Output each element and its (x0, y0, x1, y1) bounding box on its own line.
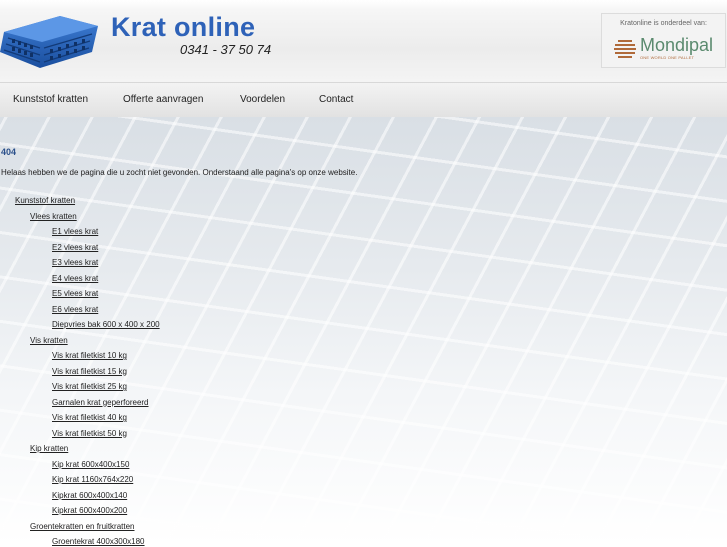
sitemap-link[interactable]: Vis krat filetkist 15 kg (52, 366, 127, 377)
nav-item-kunststof-kratten[interactable]: Kunststof kratten (13, 93, 88, 107)
phone-number: 0341 - 37 50 74 (180, 42, 272, 57)
sitemap-link-vis-kratten[interactable]: Vis kratten (30, 335, 68, 346)
sitemap-link-kip-kratten[interactable]: Kip kratten (30, 443, 68, 454)
sitemap-link[interactable]: Vis krat filetkist 50 kg (52, 428, 127, 439)
error-title: 404 (1, 147, 17, 157)
sitemap-link[interactable]: E5 vlees krat (52, 288, 98, 299)
site-header: Krat online 0341 - 37 50 74 Kratonline i… (0, 0, 727, 82)
nav-item-voordelen[interactable]: Voordelen (240, 93, 285, 107)
sitemap-link[interactable]: Kipkrat 600x400x200 (52, 505, 127, 516)
partner-box[interactable]: Kratonline is onderdeel van: Mondipal ON… (601, 13, 726, 68)
error-message: Helaas hebben we de pagina die u zocht n… (1, 168, 358, 177)
sitemap-link[interactable]: Kipkrat 600x400x140 (52, 490, 127, 501)
main-navigation: Kunststof kratten Offerte aanvragen Voor… (0, 82, 727, 118)
sitemap-link[interactable]: Vis krat filetkist 40 kg (52, 412, 127, 423)
sitemap-link-vlees-kratten[interactable]: Vlees kratten (30, 211, 77, 222)
sitemap-link[interactable]: E6 vlees krat (52, 304, 98, 315)
nav-item-contact[interactable]: Contact (319, 93, 353, 107)
sitemap-link[interactable]: Vis krat filetkist 10 kg (52, 350, 127, 361)
sitemap-link-groentekratten[interactable]: Groentekratten en fruitkratten (30, 521, 135, 532)
sitemap-link[interactable]: E1 vlees krat (52, 226, 98, 237)
sitemap-link[interactable]: Vis krat filetkist 25 kg (52, 381, 127, 392)
sitemap-link-kunststof-kratten[interactable]: Kunststof kratten (15, 195, 75, 206)
nav-item-offerte-aanvragen[interactable]: Offerte aanvragen (123, 93, 203, 107)
brand-title[interactable]: Krat online (111, 12, 255, 42)
partner-tagline: ONE WORLD ONE PALLET (640, 55, 695, 60)
sitemap-link[interactable]: E4 vlees krat (52, 273, 98, 284)
partner-name: Mondipal (640, 35, 714, 55)
main-content: 404 Helaas hebben we de pagina die u zoc… (0, 117, 727, 547)
sitemap-link[interactable]: Kip krat 600x400x150 (52, 459, 129, 470)
sitemap-link[interactable]: Groentekrat 400x300x180 (52, 536, 145, 547)
sitemap-link[interactable]: E2 vlees krat (52, 242, 98, 253)
mondipal-logo-icon (614, 40, 636, 58)
crate-icon[interactable] (0, 12, 100, 72)
sitemap-link[interactable]: Kip krat 1160x764x220 (52, 474, 133, 485)
sitemap-link[interactable]: Garnalen krat geperforeerd (52, 397, 149, 408)
partner-label: Kratonline is onderdeel van: (620, 20, 707, 27)
sitemap-link[interactable]: E3 vlees krat (52, 257, 98, 268)
sitemap-link[interactable]: Diepvries bak 600 x 400 x 200 (52, 319, 160, 330)
